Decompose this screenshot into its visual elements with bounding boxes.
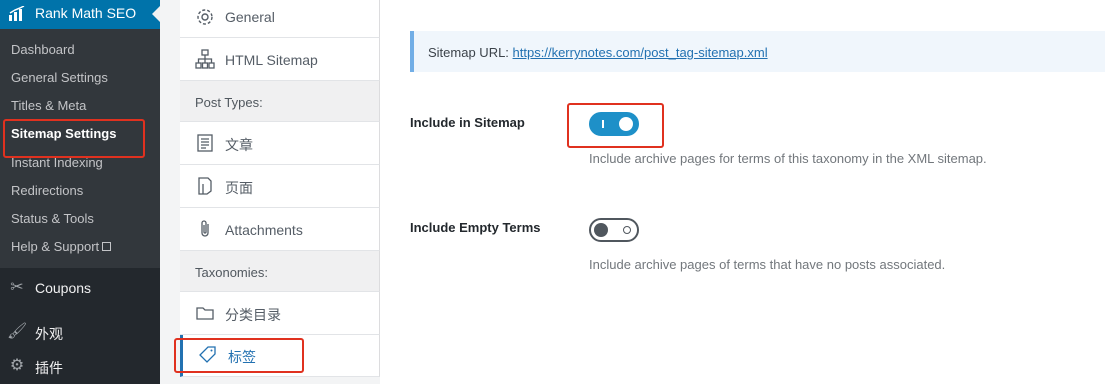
rank-math-submenu: Dashboard General Settings Titles & Meta… bbox=[0, 29, 160, 268]
external-link-icon bbox=[102, 242, 112, 251]
include-empty-terms-description: Include archive pages of terms that have… bbox=[589, 257, 946, 272]
submenu-titles-meta[interactable]: Titles & Meta bbox=[11, 98, 86, 113]
submenu-help-support-label: Help & Support bbox=[11, 239, 100, 254]
menu-item-plugins[interactable]: ⚙ 插件 bbox=[0, 350, 160, 380]
sitemap-icon bbox=[195, 49, 215, 69]
tab-post-type-pages-label: 页面 bbox=[225, 180, 253, 196]
menu-item-coupons-label: Coupons bbox=[35, 280, 92, 296]
rank-math-menu-header[interactable]: Rank Math SEO bbox=[0, 0, 160, 29]
menu-item-appearance[interactable]: 🖌 外观 bbox=[0, 316, 160, 346]
paperclip-icon bbox=[195, 219, 215, 239]
tab-post-type-posts-label: 文章 bbox=[225, 137, 253, 153]
include-empty-terms-label: Include Empty Terms bbox=[410, 220, 541, 235]
menu-item-coupons[interactable]: ✂ Coupons bbox=[0, 272, 160, 302]
rank-math-chart-icon bbox=[8, 5, 26, 22]
post-types-heading: Post Types: bbox=[180, 81, 380, 122]
tab-html-sitemap[interactable]: HTML Sitemap bbox=[180, 38, 380, 81]
folder-icon bbox=[195, 303, 215, 323]
tab-taxonomy-tags[interactable]: 标签 bbox=[180, 335, 380, 377]
toggle-on-indicator-icon bbox=[602, 120, 604, 128]
sitemap-settings-panel: Sitemap URL: https://kerrynotes.com/post… bbox=[380, 0, 1105, 384]
page-icon bbox=[195, 176, 215, 196]
tab-general[interactable]: General bbox=[180, 0, 380, 38]
submenu-help-support[interactable]: Help & Support bbox=[11, 239, 112, 254]
tab-post-type-posts[interactable]: 文章 bbox=[180, 122, 380, 165]
submenu-general-settings[interactable]: General Settings bbox=[11, 70, 108, 85]
submenu-redirections[interactable]: Redirections bbox=[11, 183, 83, 198]
submenu-sitemap-settings[interactable]: Sitemap Settings bbox=[11, 126, 116, 141]
sitemap-url-text: Sitemap URL: https://kerrynotes.com/post… bbox=[428, 45, 768, 60]
document-icon bbox=[195, 133, 215, 153]
sitemap-url-label: Sitemap URL: bbox=[428, 45, 509, 60]
plugin-title: Rank Math SEO bbox=[35, 5, 137, 21]
toggle-knob bbox=[619, 117, 633, 131]
tab-taxonomy-tags-label: 标签 bbox=[228, 349, 256, 365]
tag-icon bbox=[198, 345, 218, 365]
sitemap-url-notice: Sitemap URL: https://kerrynotes.com/post… bbox=[410, 31, 1105, 72]
tab-taxonomy-categories-label: 分类目录 bbox=[225, 307, 281, 323]
tab-taxonomy-categories[interactable]: 分类目录 bbox=[180, 292, 380, 335]
tab-post-type-pages[interactable]: 页面 bbox=[180, 165, 380, 208]
plugin-icon: ⚙ bbox=[9, 357, 25, 374]
tab-post-type-attachments[interactable]: Attachments bbox=[180, 208, 380, 251]
current-menu-arrow-icon bbox=[152, 6, 160, 22]
paintbrush-icon: 🖌 bbox=[7, 323, 28, 340]
submenu-status-tools[interactable]: Status & Tools bbox=[11, 211, 94, 226]
menu-item-plugins-label: 插件 bbox=[35, 360, 63, 376]
toggle-off-indicator-icon bbox=[623, 226, 631, 234]
tab-post-type-attachments-label: Attachments bbox=[225, 222, 303, 238]
taxonomies-heading: Taxonomies: bbox=[180, 251, 380, 292]
include-in-sitemap-toggle[interactable] bbox=[589, 112, 639, 136]
toggle-knob bbox=[594, 223, 608, 237]
taxonomies-heading-label: Taxonomies: bbox=[195, 265, 268, 280]
include-in-sitemap-label: Include in Sitemap bbox=[410, 115, 525, 130]
submenu-dashboard[interactable]: Dashboard bbox=[11, 42, 75, 57]
tab-html-sitemap-label: HTML Sitemap bbox=[225, 52, 318, 68]
menu-item-appearance-label: 外观 bbox=[35, 326, 63, 342]
include-empty-terms-toggle[interactable] bbox=[589, 218, 639, 242]
tab-general-label: General bbox=[225, 9, 275, 25]
settings-tabs: General HTML Sitemap Post Types: 文章 页面 A… bbox=[160, 0, 380, 384]
admin-sidebar: Rank Math SEO Dashboard General Settings… bbox=[0, 0, 160, 384]
sitemap-url-link[interactable]: https://kerrynotes.com/post_tag-sitemap.… bbox=[513, 45, 768, 60]
submenu-instant-indexing[interactable]: Instant Indexing bbox=[11, 155, 103, 170]
scissors-icon: ✂ bbox=[10, 279, 24, 296]
post-types-heading-label: Post Types: bbox=[195, 95, 263, 110]
include-in-sitemap-description: Include archive pages for terms of this … bbox=[589, 151, 987, 166]
gear-icon bbox=[195, 7, 215, 27]
